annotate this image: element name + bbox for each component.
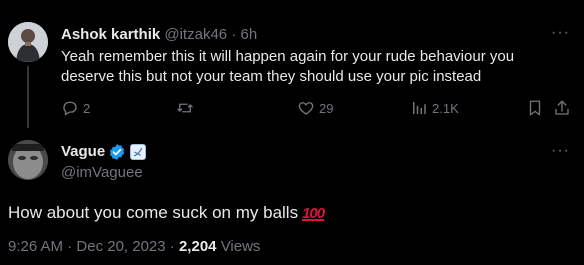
thread-line [27, 66, 29, 128]
views-icon [413, 102, 426, 114]
main-tweet: Vague @imVaguee ··· How about you come s… [0, 128, 584, 265]
views-button[interactable]: 2.1K [410, 98, 459, 118]
like-button[interactable]: 29 [297, 98, 333, 118]
retweet-icon [177, 103, 193, 113]
tweet-views-count: 2,204 [178, 238, 217, 255]
reply-icon [63, 101, 77, 116]
main-author-name[interactable]: Vague [61, 142, 105, 162]
reply-author-name[interactable]: Ashok karthik [61, 26, 160, 43]
affiliate-badge-icon[interactable] [130, 144, 147, 160]
tweet-metadata: 9:26 AM · Dec 20, 2023 · 2,204 Views [8, 237, 260, 257]
main-author-avatar[interactable] [8, 140, 48, 180]
main-more-button[interactable]: ··· [551, 143, 570, 159]
separator: · [231, 26, 237, 43]
reply-more-button[interactable]: ··· [551, 25, 570, 41]
reply-count: 2 [83, 100, 91, 116]
reply-tweet[interactable]: Ashok karthik @itzak46 · 6h ··· Yeah rem… [0, 0, 584, 128]
retweet-button[interactable] [176, 98, 198, 118]
main-author-handle[interactable]: @imVaguee [61, 163, 143, 183]
reply-time[interactable]: 6h [240, 26, 257, 43]
reply-action-bar: 2 29 2.1K [61, 98, 571, 118]
separator: · [169, 238, 175, 255]
separator: · [67, 238, 73, 255]
reply-author-handle[interactable]: @itzak46 [164, 26, 227, 43]
main-tweet-text: How about you come suck on my balls 100 [8, 202, 325, 225]
share-button[interactable] [553, 98, 571, 118]
tweet-time[interactable]: 9:26 AM [8, 238, 63, 255]
share-icon [555, 100, 569, 115]
hundred-points-emoji: 100 [302, 205, 325, 222]
like-icon [298, 102, 314, 115]
tweet-views-label: Views [220, 238, 261, 255]
reply-text: Yeah remember this it will happen again … [61, 48, 515, 85]
tweet-date[interactable]: Dec 20, 2023 [76, 238, 165, 255]
reply-button[interactable]: 2 [61, 98, 90, 118]
reply-header: Ashok karthik @itzak46 · 6h [61, 25, 257, 45]
verified-badge-icon[interactable] [108, 143, 126, 161]
main-author-name-row: Vague [61, 142, 147, 162]
views-count: 2.1K [432, 100, 459, 116]
like-count: 29 [319, 100, 334, 116]
bookmark-icon [529, 100, 541, 116]
reply-author-avatar[interactable] [8, 22, 48, 62]
bookmark-button[interactable] [526, 98, 544, 118]
main-tweet-body: How about you come suck on my balls [8, 203, 299, 222]
